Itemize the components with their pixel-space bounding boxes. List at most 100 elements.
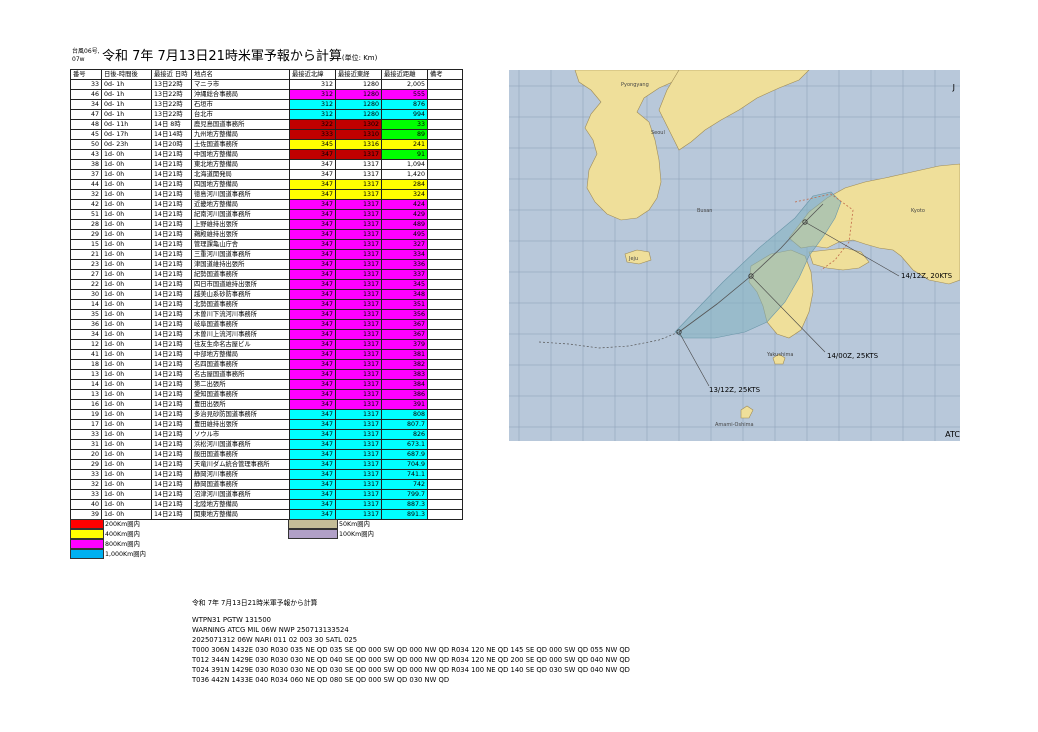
cell-number: 42 (70, 199, 102, 210)
cell-closest-time: 14日21時 (151, 319, 192, 330)
cell-closest-lat: 347 (289, 439, 336, 450)
cell-closest-dist: 382 (381, 359, 428, 370)
legend-item-100km: 100Km圏内 (288, 529, 374, 539)
bulletin-line: WARNING ATCG MIL 06W NWP 250713133524 (192, 626, 349, 634)
cell-number: 36 (70, 319, 102, 330)
cell-closest-lon: 1317 (335, 289, 382, 300)
table-row: 40 1d- 0h 14日21時 北陸地方整備局 347 1317 887.3 (70, 499, 463, 510)
cell-elapsed: 1d- 0h (101, 289, 152, 300)
cell-closest-lat: 347 (289, 189, 336, 200)
cell-closest-lon: 1302 (335, 119, 382, 130)
cell-place-name: 鵜殿維持出張所 (191, 229, 290, 240)
cell-number: 41 (70, 349, 102, 360)
cell-closest-lat: 347 (289, 329, 336, 340)
cell-number: 20 (70, 449, 102, 460)
cell-closest-dist: 381 (381, 349, 428, 360)
place-jeju: Jeju (628, 256, 638, 262)
cell-elapsed: 1d- 0h (101, 389, 152, 400)
cell-closest-lon: 1317 (335, 279, 382, 290)
cell-elapsed: 1d- 0h (101, 229, 152, 240)
cell-place-name: 名四国道事務所 (191, 359, 290, 370)
table-row: 14 1d- 0h 14日21時 北勢国道事務所 347 1317 351 (70, 299, 463, 310)
cell-closest-dist: 495 (381, 229, 428, 240)
cell-closest-time: 14日21時 (151, 189, 192, 200)
cell-closest-time: 14日21時 (151, 359, 192, 370)
table-row: 13 1d- 0h 14日21時 名古屋国道事務所 347 1317 383 (70, 369, 463, 380)
cell-closest-time: 14日21時 (151, 339, 192, 350)
cell-closest-dist: 555 (381, 89, 428, 100)
cell-closest-time: 14日20時 (151, 139, 192, 150)
cell-elapsed: 1d- 0h (101, 199, 152, 210)
cell-place-name: 多治見砂防国道事務所 (191, 409, 290, 420)
legend-item-800km: 800Km圏内 (70, 539, 140, 549)
table-row: 16 1d- 0h 14日21時 豊田出張所 347 1317 391 (70, 399, 463, 410)
cell-place-name: 四国地方整備局 (191, 179, 290, 190)
cell-closest-lat: 347 (289, 219, 336, 230)
cell-closest-dist: 356 (381, 309, 428, 320)
table-row: 30 1d- 0h 14日21時 越美山系砂防事務所 347 1317 348 (70, 289, 463, 300)
cell-closest-dist: 994 (381, 109, 428, 120)
table-row: 34 0d- 1h 13日22時 石垣市 312 1280 876 (70, 99, 463, 110)
label-1312z: 13/12Z, 25KTS (709, 386, 761, 394)
cell-closest-time: 14日21時 (151, 159, 192, 170)
cell-place-name: 静岡河川事務所 (191, 469, 290, 480)
cell-remarks (427, 499, 463, 510)
cell-closest-lon: 1317 (335, 159, 382, 170)
cell-place-name: 北海道開発局 (191, 169, 290, 180)
legend-swatch (288, 529, 338, 539)
cell-closest-lon: 1317 (335, 179, 382, 190)
cell-place-name: 天竜川ダム統合管理事務所 (191, 459, 290, 470)
cell-elapsed: 1d- 0h (101, 509, 152, 520)
place-amami: Amami-Oshima (715, 422, 754, 428)
cell-closest-lon: 1317 (335, 409, 382, 420)
legend-item-400km: 400Km圏内 (70, 529, 140, 539)
place-kyoto: Kyoto (911, 208, 925, 214)
cell-closest-lat: 312 (289, 99, 336, 110)
cell-remarks (427, 159, 463, 170)
cell-closest-lat: 347 (289, 459, 336, 470)
table-row: 48 0d- 11h 14日 8時 鹿児島国道事務所 322 1302 33 (70, 119, 463, 130)
cell-place-name: 木曽川上流河川事務所 (191, 329, 290, 340)
cell-remarks (427, 389, 463, 400)
cell-remarks (427, 469, 463, 480)
cell-elapsed: 1d- 0h (101, 499, 152, 510)
cell-closest-lat: 347 (289, 449, 336, 460)
cell-remarks (427, 309, 463, 320)
cell-closest-lat: 347 (289, 289, 336, 300)
cell-closest-dist: 1,420 (381, 169, 428, 180)
cell-number: 48 (70, 119, 102, 130)
cell-closest-lon: 1317 (335, 349, 382, 360)
legend: 200Km圏内 400Km圏内 800Km圏内 1,000Km圏内 50Km圏内… (70, 519, 462, 564)
legend-swatch (288, 519, 338, 529)
cell-remarks (427, 449, 463, 460)
cell-closest-time: 14日21時 (151, 229, 192, 240)
cell-number: 23 (70, 259, 102, 270)
cell-closest-lat: 345 (289, 139, 336, 150)
cell-closest-time: 14日21時 (151, 209, 192, 220)
place-pyongyang: Pyongyang (621, 82, 649, 88)
cell-closest-time: 14日21時 (151, 329, 192, 340)
cell-closest-dist: 687.9 (381, 449, 428, 460)
cell-number: 19 (70, 409, 102, 420)
cell-closest-lat: 347 (289, 199, 336, 210)
cell-closest-lat: 347 (289, 249, 336, 260)
table-row: 29 1d- 0h 14日21時 天竜川ダム統合管理事務所 347 1317 704.9 (70, 459, 463, 470)
cell-number: 45 (70, 129, 102, 140)
cell-place-name: 沼津河川国道事務所 (191, 489, 290, 500)
cell-number: 30 (70, 289, 102, 300)
cell-elapsed: 1d- 0h (101, 459, 152, 470)
cell-closest-lon: 1280 (335, 109, 382, 120)
cell-number: 14 (70, 379, 102, 390)
cell-closest-lat: 347 (289, 279, 336, 290)
cell-closest-dist: 807.7 (381, 419, 428, 430)
cell-closest-dist: 33 (381, 119, 428, 130)
cell-place-name: 木曽川下流河川事務所 (191, 309, 290, 320)
cell-remarks (427, 409, 463, 420)
cell-closest-lon: 1317 (335, 419, 382, 430)
cell-number: 21 (70, 249, 102, 260)
cell-number: 44 (70, 179, 102, 190)
cell-place-name: 沖縄総合事務局 (191, 89, 290, 100)
cell-closest-time: 14日21時 (151, 409, 192, 420)
cell-closest-lat: 347 (289, 259, 336, 270)
legend-item-1000km: 1,000Km圏内 (70, 549, 146, 559)
